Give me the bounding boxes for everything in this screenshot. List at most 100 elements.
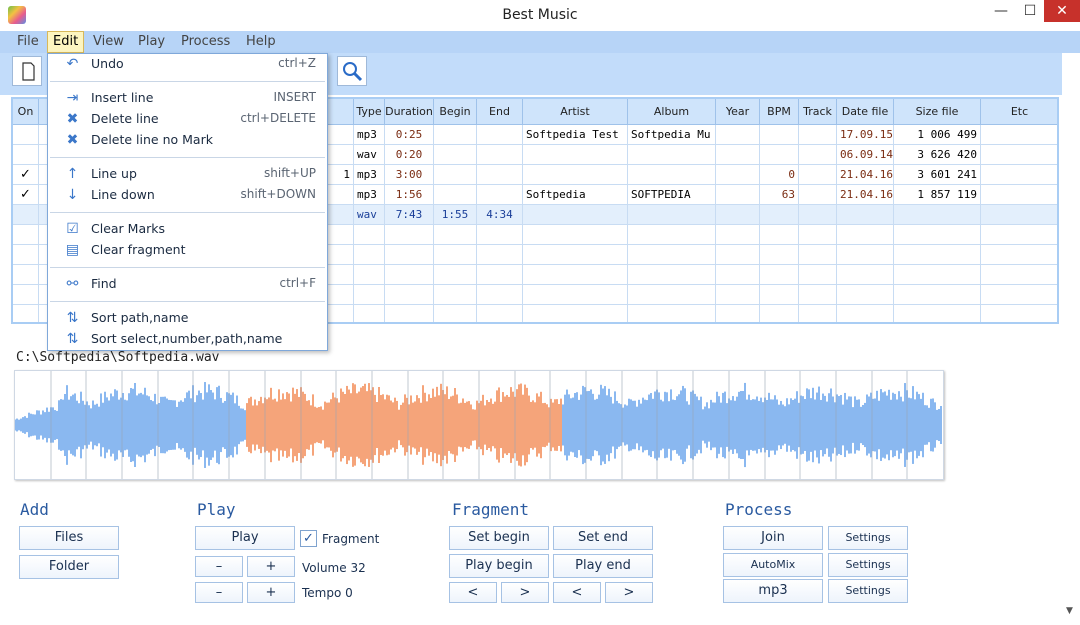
cell-etc[interactable] (981, 205, 1057, 225)
cell-bpm[interactable] (760, 125, 799, 145)
set-begin-button[interactable]: Set begin (449, 526, 549, 550)
cell-type[interactable]: mp3 (354, 125, 385, 145)
cell-type[interactable] (354, 305, 385, 322)
cell-bpm[interactable] (760, 205, 799, 225)
menu-item-undo[interactable]: ↶ Undo ctrl+Z (48, 54, 327, 75)
cell-size-file[interactable]: 1 857 119 (894, 185, 981, 205)
add-files-button[interactable]: Files (19, 526, 119, 550)
menu-play[interactable]: Play (133, 31, 170, 53)
join-button[interactable]: Join (723, 526, 823, 550)
cell-begin[interactable]: 1:55 (434, 205, 477, 225)
cell-year[interactable] (716, 225, 760, 245)
cell-track[interactable] (799, 165, 837, 185)
cell-duration[interactable]: 1:56 (385, 185, 434, 205)
menu-item-line-up[interactable]: ↑ Line up shift+UP (48, 164, 327, 185)
cell-size-file[interactable] (894, 265, 981, 285)
cell-album[interactable] (628, 225, 716, 245)
cell-date-file[interactable] (837, 205, 894, 225)
cell-album[interactable] (628, 285, 716, 305)
begin-next-button[interactable]: > (501, 582, 549, 603)
cell-album[interactable] (628, 205, 716, 225)
scroll-down-arrow-icon[interactable]: ▼ (1066, 606, 1073, 616)
cell-on[interactable] (13, 285, 39, 305)
menu-process[interactable]: Process (176, 31, 235, 53)
cell-year[interactable] (716, 185, 760, 205)
volume-plus-button[interactable]: + (247, 556, 295, 577)
cell-size-file[interactable] (894, 245, 981, 265)
cell-begin[interactable] (434, 265, 477, 285)
cell-on[interactable] (13, 205, 39, 225)
cell-track[interactable] (799, 265, 837, 285)
mp3-button[interactable]: mp3 (723, 579, 823, 603)
column-header-size-file[interactable]: Size file (894, 99, 981, 125)
play-end-button[interactable]: Play end (553, 554, 653, 578)
cell-etc[interactable] (981, 145, 1057, 165)
menu-file[interactable]: File (12, 31, 44, 53)
tempo-plus-button[interactable]: + (247, 582, 295, 603)
cell-date-file[interactable]: 21.04.16 (837, 185, 894, 205)
cell-album[interactable]: SOFTPEDIA (628, 185, 716, 205)
cell-bpm[interactable] (760, 245, 799, 265)
end-next-button[interactable]: > (605, 582, 653, 603)
cell-etc[interactable] (981, 305, 1057, 322)
cell-type[interactable]: mp3 (354, 165, 385, 185)
cell-artist[interactable] (523, 205, 628, 225)
cell-on[interactable] (13, 265, 39, 285)
cell-on[interactable] (13, 125, 39, 145)
automix-button[interactable]: AutoMix (723, 553, 823, 577)
cell-track[interactable] (799, 305, 837, 322)
cell-artist[interactable] (523, 165, 628, 185)
column-header-artist[interactable]: Artist (523, 99, 628, 125)
cell-bpm[interactable] (760, 265, 799, 285)
cell-year[interactable] (716, 125, 760, 145)
cell-track[interactable] (799, 185, 837, 205)
cell-end[interactable] (477, 125, 523, 145)
cell-date-file[interactable] (837, 225, 894, 245)
cell-artist[interactable] (523, 225, 628, 245)
cell-type[interactable] (354, 245, 385, 265)
cell-album[interactable] (628, 145, 716, 165)
cell-track[interactable] (799, 125, 837, 145)
close-button[interactable]: ✕ (1044, 0, 1080, 22)
cell-begin[interactable] (434, 125, 477, 145)
cell-size-file[interactable] (894, 285, 981, 305)
cell-end[interactable] (477, 245, 523, 265)
cell-duration[interactable]: 0:20 (385, 145, 434, 165)
cell-artist[interactable]: Softpedia Test (523, 125, 628, 145)
cell-etc[interactable] (981, 225, 1057, 245)
cell-track[interactable] (799, 285, 837, 305)
cell-album[interactable] (628, 305, 716, 322)
add-folder-button[interactable]: Folder (19, 555, 119, 579)
cell-type[interactable] (354, 265, 385, 285)
cell-bpm[interactable]: 0 (760, 165, 799, 185)
mp3-settings-button[interactable]: Settings (828, 579, 908, 603)
begin-prev-button[interactable]: < (449, 582, 497, 603)
cell-year[interactable] (716, 265, 760, 285)
menu-item-line-down[interactable]: ↓ Line down shift+DOWN (48, 185, 327, 206)
column-header-date-file[interactable]: Date file (837, 99, 894, 125)
cell-duration[interactable] (385, 265, 434, 285)
cell-duration[interactable]: 7:43 (385, 205, 434, 225)
cell-album[interactable]: Softpedia Mu (628, 125, 716, 145)
cell-type[interactable]: wav (354, 205, 385, 225)
volume-minus-button[interactable]: – (195, 556, 243, 577)
menu-view[interactable]: View (88, 31, 129, 53)
waveform-graph[interactable] (14, 371, 943, 479)
cell-track[interactable] (799, 145, 837, 165)
waveform-view[interactable] (14, 370, 944, 480)
cell-size-file[interactable] (894, 205, 981, 225)
maximize-button[interactable]: ☐ (1016, 0, 1044, 22)
cell-artist[interactable] (523, 305, 628, 322)
menu-help[interactable]: Help (241, 31, 281, 53)
play-begin-button[interactable]: Play begin (449, 554, 549, 578)
cell-size-file[interactable]: 1 006 499 (894, 125, 981, 145)
search-button[interactable] (337, 56, 367, 86)
cell-begin[interactable] (434, 185, 477, 205)
cell-album[interactable] (628, 265, 716, 285)
end-prev-button[interactable]: < (553, 582, 601, 603)
cell-begin[interactable] (434, 165, 477, 185)
menu-item-sort-select[interactable]: ⇅ Sort select,number,path,name (48, 329, 327, 350)
cell-begin[interactable] (434, 285, 477, 305)
cell-date-file[interactable] (837, 245, 894, 265)
cell-duration[interactable] (385, 225, 434, 245)
